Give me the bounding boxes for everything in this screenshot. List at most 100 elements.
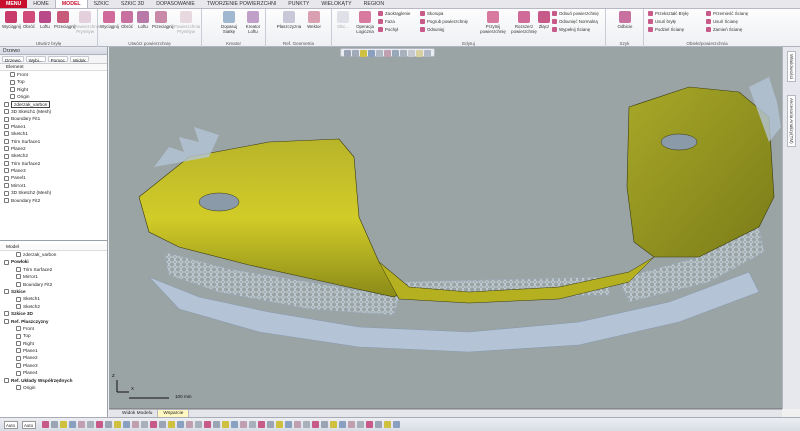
tab-sketch-3d[interactable]: SZKIC 3D [115,0,150,8]
model-tree-item[interactable]: Powłoki [0,258,107,265]
model-tree-item[interactable]: Plane4 [0,369,107,376]
status-tool-icon[interactable] [393,421,400,428]
visibility-checkbox-icon[interactable] [4,318,9,324]
shell-button[interactable]: Skorupa [420,10,443,17]
selection-filter-1[interactable]: Auto [4,421,18,429]
status-tool-icon[interactable] [177,421,184,428]
chamfer-button[interactable]: Faza [378,18,395,25]
feature-tree-item[interactable]: Sketch2 [0,152,107,159]
feature-tree-item[interactable]: 3D Sketch1 (Mesh) [0,108,107,115]
extend-surface-button[interactable]: Rozszerz powierzchnię [510,11,538,34]
status-tool-icon[interactable] [78,421,85,428]
tab-support[interactable]: Wsparcie [158,410,190,417]
selection-filter-2[interactable]: Auto [22,421,36,429]
feature-tree-item[interactable]: Plane2 [0,145,107,152]
status-tool-icon[interactable] [231,421,238,428]
status-tool-icon[interactable] [42,421,49,428]
visibility-checkbox-icon[interactable] [16,281,21,287]
solid-primitive-button[interactable]: Powierzchnia Prymityw [74,11,100,34]
status-tool-icon[interactable] [357,421,364,428]
visibility-checkbox-icon[interactable] [16,363,21,369]
lasso-icon[interactable] [352,49,359,57]
model-tree-item[interactable]: Trim Surface2 [0,266,107,273]
feature-tree-item[interactable]: zderzak_varbon [0,100,107,108]
status-tool-icon[interactable] [87,421,94,428]
fit-view-icon[interactable] [392,49,399,57]
move-face-button[interactable]: Przemieść Ścianę [706,10,748,17]
tab-sketch[interactable]: SZKIC [88,0,115,8]
offset-normal-button[interactable]: Odsunięć Normalną [552,18,598,25]
model-tree-item[interactable]: Top [0,332,107,339]
visibility-checkbox-icon[interactable] [16,348,21,354]
model-tree-item[interactable]: Plane1 [0,347,107,354]
tab-model[interactable]: MODEL [54,0,88,8]
model-tree-item[interactable]: Ref. Układy Współrzędnych [0,377,107,384]
status-tool-icon[interactable] [294,421,301,428]
shading-icon[interactable] [360,49,367,57]
status-tool-icon[interactable] [186,421,193,428]
tab-model-view[interactable]: Widok Modelu [117,410,159,417]
surface-loft-button[interactable]: Loftu [136,11,150,29]
feature-tree-item[interactable]: Origin [0,93,107,100]
mirror-button[interactable]: Odbicie [614,11,636,29]
fill-face-button[interactable]: Wypełnij Ścianę [552,26,590,33]
model-tree-item[interactable]: Szkice 3D [0,310,107,317]
split-face-button[interactable]: Podziel Ścianę [648,26,684,33]
status-tool-icon[interactable] [375,421,382,428]
thicken-surface-button[interactable]: Pogrub powierzchnię [420,18,468,25]
section-icon[interactable] [384,49,391,57]
offset-surface-button[interactable]: Odsuń powierzchnię [552,10,599,17]
status-tool-icon[interactable] [348,421,355,428]
surface-sweep-button[interactable]: Przeciągnij [152,11,173,29]
tab-view[interactable]: Widok [69,56,89,63]
tab-select[interactable]: Wybi... [25,56,46,63]
visibility-checkbox-icon[interactable] [16,296,21,302]
offset-button[interactable]: Odsunięj [420,26,444,33]
tab-home[interactable]: HOME [27,0,55,8]
feature-tree-item[interactable]: Mirror1 [0,182,107,189]
feature-tree-item[interactable]: Trim Surface1 [0,138,107,145]
transform-body-button[interactable]: Przekształć Bryłę [648,10,689,17]
feature-tree-item[interactable]: Sketch1 [0,130,107,137]
visibility-checkbox-icon[interactable] [16,355,21,361]
status-tool-icon[interactable] [60,421,67,428]
visibility-checkbox-icon[interactable] [16,326,21,332]
model-tree-item[interactable]: Szkice [0,288,107,295]
visibility-checkbox-icon[interactable] [4,311,9,317]
status-tool-icon[interactable] [213,421,220,428]
menu-button[interactable]: MENU [0,0,28,8]
tab-fitting[interactable]: DOPASOWANIE [150,0,201,8]
delete-face-button[interactable]: Usuń Ścianę [706,18,738,25]
status-tool-icon[interactable] [159,421,166,428]
trim-surface-button[interactable]: Przytnij powierzchnię [478,11,508,34]
feature-tree-item[interactable]: Boundary Fit1 [0,115,107,122]
properties-tab[interactable]: Właściwości [787,51,796,83]
tab-polygons[interactable]: WIELOKĄTY [315,0,357,8]
feature-tree-item[interactable]: Right [0,86,107,93]
visibility-checkbox-icon[interactable] [16,267,21,273]
feature-tree-item[interactable]: 3D Sketch2 (Mesh) [0,189,107,196]
status-tool-icon[interactable] [384,421,391,428]
visibility-checkbox-icon[interactable] [4,289,9,295]
status-tool-icon[interactable] [51,421,58,428]
delete-body-button[interactable]: Usuń bryłę [648,18,676,25]
model-tree-item[interactable]: Origin [0,384,107,391]
tab-region[interactable]: REGION [358,0,390,8]
replace-face-button[interactable]: Zamień Ścianę [706,26,742,33]
status-tool-icon[interactable] [366,421,373,428]
status-tool-icon[interactable] [195,421,202,428]
status-tool-icon[interactable] [240,421,247,428]
tab-surface-creation[interactable]: TWORZENIE POWIERZCHNI [201,0,282,8]
loft-wizard-button[interactable]: Kreator Loftu [242,11,264,34]
analysis-tab[interactable]: Akcesoria Analizy(TM) [787,95,796,147]
view-cube-icon[interactable] [368,49,375,57]
sew-button[interactable]: Złącz [538,11,550,29]
visibility-checkbox-icon[interactable] [4,259,9,265]
status-tool-icon[interactable] [249,421,256,428]
status-tool-icon[interactable] [267,421,274,428]
boolean-button[interactable]: Operacja Logiczna [354,11,376,34]
model-tree-item[interactable]: Plane2 [0,354,107,361]
status-tool-icon[interactable] [168,421,175,428]
status-tool-icon[interactable] [123,421,130,428]
status-tool-icon[interactable] [276,421,283,428]
